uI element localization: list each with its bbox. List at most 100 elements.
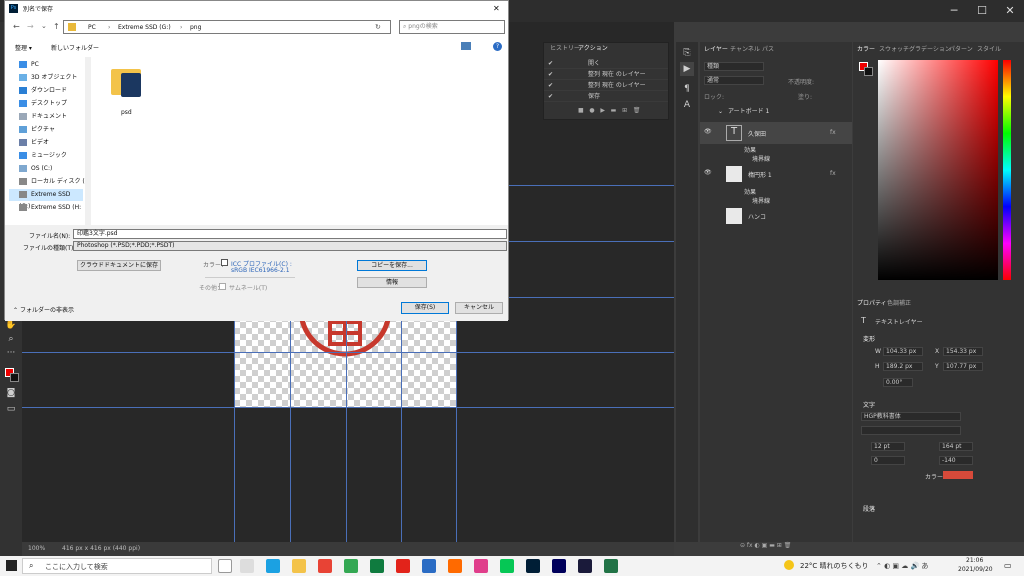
quick-mask-icon[interactable]: ◙ xyxy=(4,386,18,400)
hide-folders-toggle[interactable]: ⌃ フォルダーの非表示 xyxy=(13,305,74,314)
search-input[interactable]: ⌕ pngの検索 xyxy=(399,20,505,34)
save-button[interactable]: 保存(S) xyxy=(401,302,449,314)
task-view-icon[interactable] xyxy=(240,559,254,573)
tab-gradients[interactable]: グラデーション xyxy=(909,44,951,56)
minimize-button[interactable]: ─ xyxy=(940,0,968,22)
y-input[interactable]: 107.77 px xyxy=(943,362,983,371)
color-picker-field[interactable] xyxy=(878,60,998,280)
nav-item-3d-objects[interactable]: 3D オブジェクト xyxy=(19,72,77,84)
layer-row-ellipse[interactable]: 👁 楕円形 1 fx xyxy=(700,163,852,185)
action-row[interactable]: ✔ 開く xyxy=(544,59,668,69)
up-arrow-icon[interactable]: ↑ xyxy=(53,22,60,31)
clock-date[interactable]: 2021/09/20 xyxy=(958,566,993,573)
app-icon[interactable] xyxy=(448,559,462,573)
app-icon[interactable] xyxy=(370,559,384,573)
maximize-button[interactable]: ☐ xyxy=(968,0,996,22)
artboard-row[interactable]: ⌄ アートボード 1 xyxy=(700,106,852,118)
tab-layers[interactable]: レイヤー xyxy=(704,44,728,56)
character-panel-icon[interactable]: A xyxy=(680,98,694,112)
tab-swatches[interactable]: スウォッチ xyxy=(879,44,909,56)
tab-styles[interactable]: スタイル xyxy=(977,44,1001,56)
background-color-swatch[interactable] xyxy=(10,373,19,382)
text-color-swatch[interactable] xyxy=(943,471,973,479)
tab-adjustments[interactable]: 色調補正 xyxy=(887,298,911,310)
effect-row[interactable]: 効果 xyxy=(700,145,852,154)
refresh-icon[interactable]: ↻ xyxy=(375,23,381,31)
nav-item-music[interactable]: ミュージック xyxy=(19,150,67,162)
eye-icon[interactable]: 👁 xyxy=(704,169,712,176)
excel-icon[interactable] xyxy=(604,559,618,573)
tray-icons[interactable]: ⌃ ◐ ▣ ☁ 🔊 あ xyxy=(876,561,928,571)
chevron-down-icon[interactable]: ⌄ xyxy=(718,106,723,118)
after-effects-icon[interactable] xyxy=(578,559,592,573)
tab-channels[interactable]: チャンネル xyxy=(730,44,760,56)
tracking-input[interactable]: -140 xyxy=(939,456,973,465)
taskbar-search[interactable]: ⌕ ここに入力して検索 xyxy=(22,558,212,574)
cancel-button[interactable]: キャンセル xyxy=(455,302,503,314)
tab-paths[interactable]: パス xyxy=(762,44,774,56)
check-icon[interactable]: ✔ xyxy=(548,92,553,102)
edge-browser-icon[interactable] xyxy=(266,559,280,573)
clock-time[interactable]: 21:06 xyxy=(966,557,983,564)
tab-actions[interactable]: アクション xyxy=(578,43,608,55)
tab-properties[interactable]: プロパティ xyxy=(857,298,887,310)
organize-button[interactable]: 整理 ▾ xyxy=(15,43,32,52)
history-panel-icon[interactable]: ⎘ xyxy=(680,46,694,60)
eye-icon[interactable]: 👁 xyxy=(704,128,712,135)
screen-mode-icon[interactable]: ▭ xyxy=(4,402,18,416)
photoshop-icon[interactable] xyxy=(526,559,540,573)
drive-icon[interactable] xyxy=(344,559,358,573)
zoom-level[interactable]: 100% xyxy=(28,542,45,556)
layer-controls[interactable]: ⊝ fx ◐ ▣ ▬ ⊞ 🗑 xyxy=(740,542,791,549)
app-icon[interactable] xyxy=(396,559,410,573)
photos-icon[interactable] xyxy=(422,559,436,573)
dialog-close-button[interactable]: ✕ xyxy=(493,4,500,13)
layer-row-kubota[interactable]: 👁 T 久保田 fx xyxy=(700,122,852,144)
nav-item-local-disk[interactable]: ローカル ディスク (D xyxy=(19,176,89,188)
copy-save-button[interactable]: コピーを保存... xyxy=(357,260,427,271)
layer-row-hanko[interactable]: ハンコ xyxy=(700,205,852,227)
address-bar[interactable]: PC › Extreme SSD (G:) › png xyxy=(63,20,391,34)
effect-row[interactable]: 境界線 xyxy=(700,196,852,205)
layer-kind-filter[interactable]: 種類 xyxy=(704,62,764,71)
windows-start-icon[interactable] xyxy=(6,560,17,571)
nav-item-videos[interactable]: ビデオ xyxy=(19,137,49,149)
tab-patterns[interactable]: パターン xyxy=(949,44,973,56)
app-icon[interactable] xyxy=(474,559,488,573)
leading-input[interactable]: 164 pt xyxy=(939,442,973,451)
hue-slider[interactable] xyxy=(1003,60,1011,280)
nav-item-pc[interactable]: PC xyxy=(19,59,39,71)
tab-color[interactable]: カラー xyxy=(857,44,875,56)
line-icon[interactable] xyxy=(500,559,514,573)
nav-item-documents[interactable]: ドキュメント xyxy=(19,111,67,123)
breadcrumb-drive[interactable]: Extreme SSD (G:) xyxy=(118,22,171,34)
new-folder-button[interactable]: 新しいフォルダー xyxy=(51,43,99,52)
zoom-tool-icon[interactable]: ⌕ xyxy=(4,332,18,346)
forward-arrow-icon[interactable]: → xyxy=(27,22,34,31)
check-icon[interactable]: ✔ xyxy=(548,59,553,69)
chevron-down-icon[interactable]: ⌄ xyxy=(41,22,47,30)
help-icon[interactable]: ? xyxy=(493,42,502,51)
nav-item-desktop[interactable]: デスクトップ xyxy=(19,98,67,110)
cortana-icon[interactable] xyxy=(218,559,232,573)
actions-panel-icon[interactable]: ▶ xyxy=(680,62,694,76)
nav-item-downloads[interactable]: ダウンロード xyxy=(19,85,67,97)
font-family-select[interactable]: HGP教科書体 xyxy=(861,412,961,421)
info-button[interactable]: 情報 xyxy=(357,277,427,288)
blend-mode-select[interactable]: 通常 xyxy=(704,76,764,85)
font-style-select[interactable] xyxy=(861,426,961,435)
check-icon[interactable]: ✔ xyxy=(548,81,553,91)
breadcrumb-pc[interactable]: PC xyxy=(88,22,96,34)
height-input[interactable]: 189.2 px xyxy=(883,362,923,371)
save-to-cloud-button[interactable]: クラウドドキュメントに保存 xyxy=(77,260,161,271)
x-input[interactable]: 154.33 px xyxy=(943,347,983,356)
thumbnail-checkbox[interactable] xyxy=(219,283,226,290)
filetype-select[interactable]: Photoshop (*.PSD;*.PDD;*.PSDT) xyxy=(73,241,507,251)
width-input[interactable]: 104.33 px xyxy=(883,347,923,356)
nav-item-pictures[interactable]: ピクチャ xyxy=(19,124,55,136)
nav-item-os-drive[interactable]: OS (C:) xyxy=(19,163,52,175)
filename-input[interactable]: 印鑑3文字.psd xyxy=(73,229,507,239)
notification-icon[interactable]: ▭ xyxy=(1004,561,1012,570)
nav-item-extreme-ssd-g[interactable]: Extreme SSD (G:) xyxy=(9,189,83,210)
actions-controls[interactable]: ■ ● ▶ ▬ ⊞ 🗑 xyxy=(578,107,640,114)
